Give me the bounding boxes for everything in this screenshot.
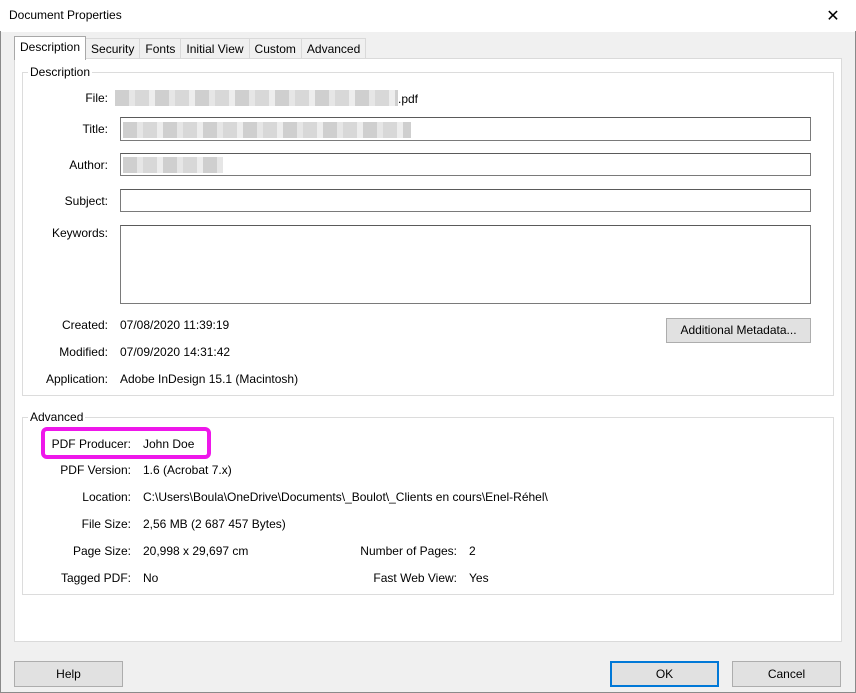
title-label: Title: xyxy=(82,122,108,136)
fast-web-view-label: Fast Web View: xyxy=(373,571,457,585)
help-button[interactable]: Help xyxy=(14,661,123,687)
producer-highlight-box xyxy=(41,427,211,459)
subject-label: Subject: xyxy=(64,194,108,208)
advanced-group-label: Advanced xyxy=(28,410,86,424)
keywords-field[interactable] xyxy=(120,225,811,304)
additional-metadata-button[interactable]: Additional Metadata... xyxy=(666,318,811,343)
author-field[interactable] xyxy=(120,153,811,176)
tagged-pdf-value: No xyxy=(143,571,159,585)
application-value: Adobe InDesign 15.1 (Macintosh) xyxy=(120,372,299,386)
created-label: Created: xyxy=(61,318,108,332)
number-of-pages-label: Number of Pages: xyxy=(360,544,457,558)
title-value-redacted xyxy=(123,122,411,138)
modified-value: 07/09/2020 14:31:42 xyxy=(120,345,231,359)
subject-field[interactable] xyxy=(120,189,811,212)
tab-description[interactable]: Description xyxy=(14,36,87,60)
modified-label: Modified: xyxy=(59,345,108,359)
file-name-redacted xyxy=(115,90,398,106)
tab-advanced[interactable]: Advanced xyxy=(300,38,367,59)
file-size-value: 2,56 MB (2 687 457 Bytes) xyxy=(143,517,286,531)
ok-button[interactable]: OK xyxy=(610,661,719,687)
tab-strip: Description Security Fonts Initial View … xyxy=(14,36,367,60)
description-group-label: Description xyxy=(28,65,93,79)
application-label: Application: xyxy=(45,372,108,386)
close-icon[interactable]: ✕ xyxy=(810,0,856,31)
author-value-redacted xyxy=(123,157,223,173)
fast-web-view-value: Yes xyxy=(469,571,489,585)
pdf-version-label: PDF Version: xyxy=(60,463,131,477)
file-size-label: File Size: xyxy=(81,517,131,531)
tab-security[interactable]: Security xyxy=(85,38,141,59)
cancel-button[interactable]: Cancel xyxy=(732,661,841,687)
title-bar: Document Properties ✕ xyxy=(0,0,856,32)
keywords-label: Keywords: xyxy=(51,226,108,240)
number-of-pages-value: 2 xyxy=(469,544,476,558)
pdf-version-value: 1.6 (Acrobat 7.x) xyxy=(143,463,232,477)
window-title: Document Properties xyxy=(9,8,122,22)
tab-initial-view[interactable]: Initial View xyxy=(180,38,250,59)
file-suffix: .pdf xyxy=(398,92,419,106)
page-size-label: Page Size: xyxy=(72,544,131,558)
location-value: C:\Users\Boula\OneDrive\Documents\_Boulo… xyxy=(143,490,548,504)
author-label: Author: xyxy=(69,158,108,172)
tab-fonts[interactable]: Fonts xyxy=(139,38,182,59)
tab-custom[interactable]: Custom xyxy=(248,38,302,59)
page-size-value: 20,998 x 29,697 cm xyxy=(143,544,249,558)
file-label: File: xyxy=(85,91,108,105)
location-label: Location: xyxy=(82,490,131,504)
tagged-pdf-label: Tagged PDF: xyxy=(60,571,131,585)
created-value: 07/08/2020 11:39:19 xyxy=(120,318,230,332)
title-field[interactable] xyxy=(120,117,811,141)
